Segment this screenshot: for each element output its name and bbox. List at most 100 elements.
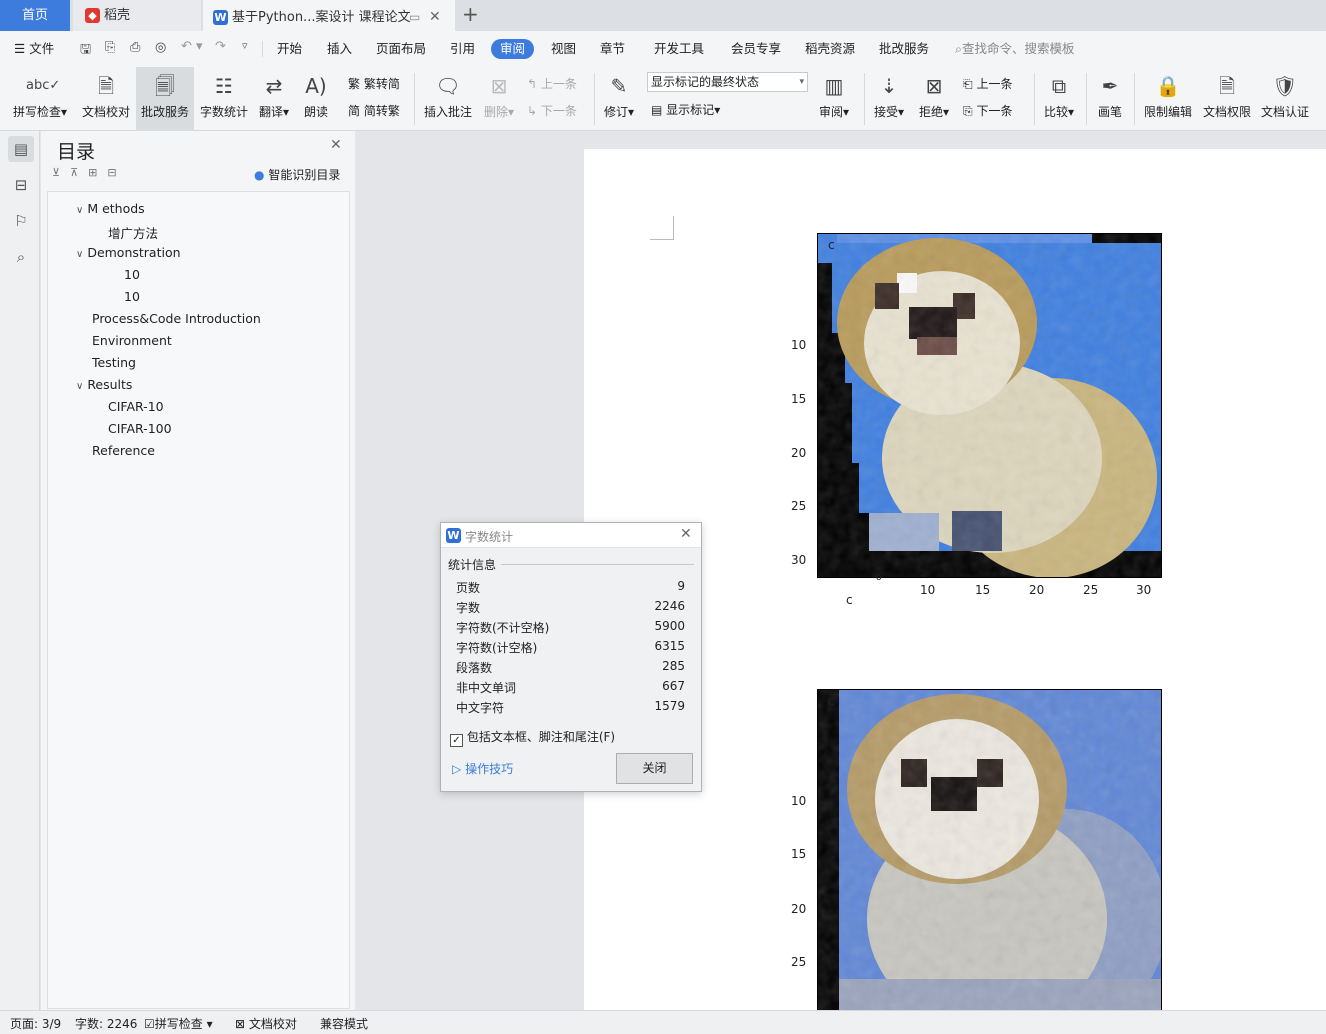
quick-access-dropdown-icon[interactable]: ▿ [242,39,248,52]
spell-check-icon: abc✓ [26,78,61,93]
chevron-down-icon[interactable]: ∨ [76,205,83,216]
pin-icon[interactable]: ▭ [409,2,420,33]
menu-daoke-resources[interactable]: 稻壳资源 [805,39,855,59]
translate-icon: ⇄ [265,74,283,98]
pen-button[interactable]: ✒ 画笔 [1092,67,1128,131]
file-menu[interactable]: ☰ 文件 [14,39,54,59]
simp-to-trad-button[interactable]: 简 简转繁 [348,102,400,119]
smart-toc-button[interactable]: ● 智能识别目录 [254,166,340,183]
toc-item[interactable]: CIFAR-10 [108,399,164,414]
dialog-title: 字数统计 [465,530,514,544]
accept-button[interactable]: ⇣ 接受▾ [870,67,908,131]
new-tab-icon[interactable]: + [462,2,479,26]
status-doc-proof[interactable]: ⊠ 文档校对 [235,1015,297,1032]
revise-button[interactable]: ✎ 修订▾ [600,67,638,131]
status-spell-check[interactable]: ☑拼写检查 ▾ [144,1015,213,1032]
chevron-down-icon[interactable]: ∨ [76,381,83,392]
menu-grade-service[interactable]: 批改服务 [879,39,929,59]
doc-certify-button[interactable]: 🛡 文档认证 [1258,67,1312,131]
toc-item[interactable]: 10 [124,289,140,304]
toc-item[interactable]: 增广方法 [108,223,158,242]
toc-item[interactable]: ∨ Demonstration [76,245,181,260]
toc-item[interactable]: Reference [92,443,155,458]
doc-permission-button[interactable]: 🗎 文档权限 [1200,67,1254,131]
restrict-edit-button[interactable]: 🔒 限制编辑 [1140,67,1196,131]
tips-link[interactable]: ▷ 操作技巧 [452,760,513,777]
export-pdf-icon[interactable]: ⎘ [105,40,115,55]
find-icon[interactable]: ⌕ [8,244,34,270]
doc-certify-icon: 🛡 [1272,74,1298,98]
expand-all-icon[interactable]: ⊻ [52,166,70,179]
doc-proof-button[interactable]: 🗎 文档校对 [78,67,134,131]
menu-member[interactable]: 会员专享 [731,39,781,59]
command-search[interactable]: ⌕查找命令、搜索模板 [955,39,1075,59]
toc-item[interactable]: Process&Code Introduction [92,311,261,326]
bookmark-icon[interactable]: ⚐ [8,208,34,234]
review-pane-button[interactable]: ▥ 审阅▾ [814,67,854,131]
prev-comment-button[interactable]: ↰ 上一条 [527,75,577,92]
include-textbox-checkbox[interactable]: ✓ 包括文本框、脚注和尾注(F) [450,728,615,747]
save-icon[interactable]: 🖫 [80,40,91,62]
toc-item[interactable]: ∨ M ethods [76,201,145,216]
read-aloud-button[interactable]: A) 朗读 [298,67,334,131]
markup-state-value: 显示标记的最终状态 [651,75,760,89]
menu-start[interactable]: 开始 [277,39,302,59]
tab-daoke[interactable]: ◆ 稻壳 [73,0,201,31]
menu-view[interactable]: 视图 [551,39,576,59]
spell-check-button[interactable]: abc✓ 拼写检查▾ [8,67,72,131]
review-ribbon: abc✓ 拼写检查▾ 🗎 文档校对 🗐 批改服务 ☷ 字数统计 ⇄ 翻译▾ A) 朗读 繁 … [0,67,1326,131]
toc-item[interactable]: ∨ Results [76,377,132,392]
show-markup-button[interactable]: ▤ 显示标记▾ [651,101,720,118]
menu-review[interactable]: 审阅 [491,39,535,59]
word-count-dialog: W 字数统计 ✕ 统计信息 页数 9 字数 2246 字符数(不计空格) 590… [440,522,702,792]
collapse-all-icon[interactable]: ⊼ [70,166,88,179]
print-icon[interactable]: ⎙ [130,40,140,55]
undo-icon[interactable]: ↶ ▾ [181,39,203,54]
ai-icon: ● [254,168,265,182]
delete-comment-button[interactable]: ⊠ 删除▾ [480,67,518,131]
navigation-panel-icon[interactable]: ⊟ [8,172,34,198]
menu-devtools[interactable]: 开发工具 [654,39,704,59]
margin-corner-mark [650,216,674,240]
dialog-titlebar[interactable]: W 字数统计 ✕ [441,523,701,548]
promote-icon[interactable]: ⊞ [88,166,107,179]
toc-item[interactable]: Testing [92,355,136,370]
toc-panel-icon[interactable]: ▤ [8,136,34,162]
menu-reference[interactable]: 引用 [450,39,475,59]
tab-home[interactable]: 首页 [0,0,70,31]
next-change-button[interactable]: ⎘ 下一条 [963,102,1012,119]
word-count-button[interactable]: ☷ 字数统计 [196,67,252,131]
menu-insert[interactable]: 插入 [327,39,352,59]
compare-button[interactable]: ⧉ 比较▾ [1040,67,1078,131]
markup-state-select[interactable]: 显示标记的最终状态 ▾ [647,72,808,92]
insert-comment-button[interactable]: 🗨 插入批注 [420,67,476,131]
restrict-edit-label: 限制编辑 [1143,105,1192,119]
chevron-down-icon[interactable]: ∨ [76,249,83,260]
word-count-indicator[interactable]: 字数: 2246 [75,1015,137,1032]
word-count-label: 字数统计 [199,105,248,119]
trad-to-simp-button[interactable]: 繁 繁转简 [348,75,400,92]
close-panel-icon[interactable]: ✕ [330,137,342,153]
toc-item[interactable]: 10 [124,267,140,282]
prev-change-button[interactable]: ⎗ 上一条 [963,75,1012,92]
close-tab-icon[interactable]: ✕ [429,2,441,33]
close-button[interactable]: 关闭 [616,753,693,784]
toc-item[interactable]: Environment [92,333,172,348]
page-indicator[interactable]: 页面: 3/9 [10,1015,61,1032]
stat-label: 字数 [456,601,481,615]
toc-item[interactable]: CIFAR-100 [108,421,172,436]
demote-icon[interactable]: ⊟ [107,166,126,179]
grade-service-icon: 🗐 [155,74,175,98]
next-change-label: 下一条 [976,104,1013,118]
reject-button[interactable]: ⊠ 拒绝▾ [914,67,954,131]
prev-change-label: 上一条 [976,77,1013,91]
menu-layout[interactable]: 页面布局 [376,39,426,59]
print-preview-icon[interactable]: ◎ [155,40,166,55]
menu-chapter[interactable]: 章节 [600,39,625,59]
grade-service-button[interactable]: 🗐 批改服务 [136,67,194,131]
close-dialog-icon[interactable]: ✕ [680,526,692,542]
translate-button[interactable]: ⇄ 翻译▾ [254,67,294,131]
tab-document[interactable]: W 基于Python...案设计 课程论文 ▭ ✕ [203,0,455,31]
redo-icon[interactable]: ↷ [215,39,226,54]
next-comment-button[interactable]: ↳ 下一条 [527,102,577,119]
